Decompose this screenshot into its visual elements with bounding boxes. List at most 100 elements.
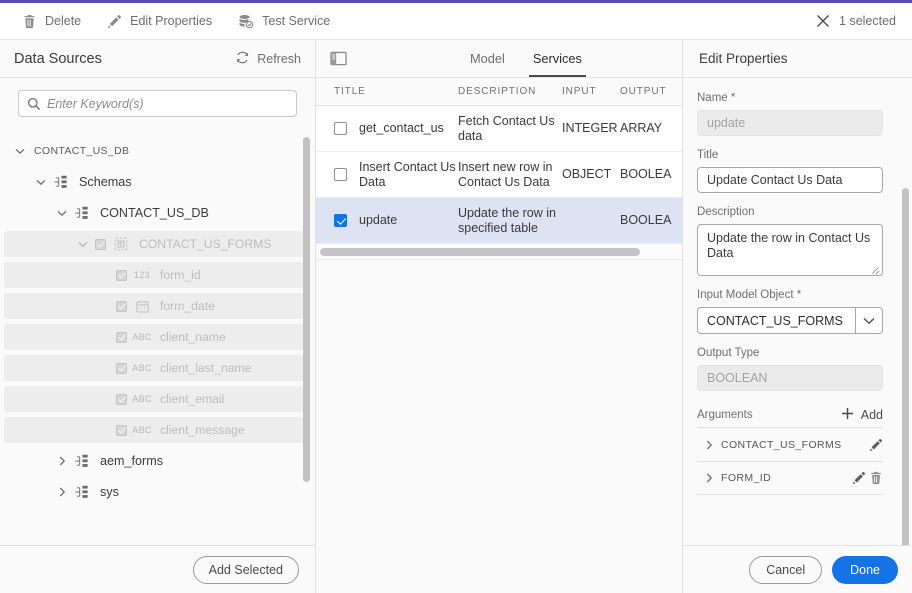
title-input[interactable]: Update Contact Us Data bbox=[697, 167, 883, 193]
cell-title: Insert Contact Us Data bbox=[316, 152, 458, 197]
search-input[interactable] bbox=[19, 91, 296, 116]
panel-tabs: Model Services bbox=[456, 40, 596, 77]
row-checkbox[interactable] bbox=[334, 214, 347, 227]
description-textarea[interactable]: Update the row in Contact Us Data bbox=[697, 224, 883, 276]
table-row[interactable]: Insert Contact Us Data Insert new row in … bbox=[316, 152, 682, 198]
arguments-list: CONTACT_US_FORMS FORM_ID bbox=[697, 427, 896, 495]
service-title: update bbox=[359, 213, 398, 227]
tab-services[interactable]: Services bbox=[519, 40, 596, 77]
tree-item-contact_us_db[interactable]: CONTACT_US_DB bbox=[4, 200, 304, 226]
input-model-label: Input Model Object * bbox=[697, 289, 802, 301]
argument-name: FORM_ID bbox=[721, 472, 772, 484]
add-selected-button[interactable]: Add Selected bbox=[192, 555, 299, 584]
text-type-icon: ABC bbox=[132, 332, 152, 342]
resize-grip-icon[interactable] bbox=[871, 264, 880, 273]
tree-item-contact_us_db[interactable]: CONTACT_US_DB bbox=[4, 138, 304, 164]
add-argument-button[interactable]: Add bbox=[841, 407, 883, 423]
refresh-button[interactable]: Refresh bbox=[235, 50, 301, 68]
output-type-label: Output Type bbox=[697, 347, 760, 359]
tab-label: Model bbox=[470, 51, 505, 66]
chevron-down-icon[interactable] bbox=[54, 210, 70, 217]
cell-output: BOOLEA bbox=[620, 198, 680, 243]
tab-label: Services bbox=[532, 51, 582, 66]
tree-item-client_email: ABC client_email bbox=[4, 386, 304, 412]
tree-item-form_date: form_date bbox=[4, 293, 304, 319]
tree-item-label: client_name bbox=[160, 330, 226, 344]
text-type-icon: ABC bbox=[132, 425, 152, 435]
cell-description: Fetch Contact Us data bbox=[458, 106, 562, 151]
test-service-button[interactable]: Test Service bbox=[228, 7, 340, 35]
text-type-icon: ABC bbox=[132, 394, 152, 404]
service-input-type: INTEGER bbox=[562, 121, 618, 135]
schema-icon bbox=[70, 485, 94, 499]
delete-button[interactable]: Delete bbox=[12, 7, 91, 35]
input-model-value: CONTACT_US_FORMS bbox=[697, 307, 855, 334]
services-table-hscrollbar-thumb[interactable] bbox=[320, 247, 640, 256]
chevron-down-icon[interactable] bbox=[12, 148, 28, 155]
cell-output: ARRAY bbox=[620, 106, 680, 151]
edit-argument-icon[interactable] bbox=[852, 471, 866, 485]
services-table-header: TITLE DESCRIPTION INPUT OUTPUT bbox=[316, 78, 682, 106]
tree-item-sys[interactable]: sys bbox=[4, 479, 304, 505]
test-service-icon bbox=[238, 14, 254, 29]
service-description: Update the row in specified table bbox=[458, 205, 556, 235]
tree-item-client_message: ABC client_message bbox=[4, 417, 304, 443]
text-type-icon: ABC bbox=[132, 363, 152, 373]
edit-argument-icon[interactable] bbox=[869, 438, 883, 452]
description-value: Update the row in Contact Us Data bbox=[707, 231, 871, 260]
row-checkbox[interactable] bbox=[334, 168, 347, 181]
table-icon bbox=[109, 237, 133, 251]
tree-item-label: CONTACT_US_FORMS bbox=[139, 237, 272, 251]
close-icon[interactable] bbox=[816, 14, 830, 28]
left-panel-scrollbar[interactable] bbox=[303, 137, 310, 482]
calendar-icon bbox=[130, 300, 154, 313]
input-model-select[interactable]: CONTACT_US_FORMS bbox=[697, 307, 883, 334]
tree-item-label: form_id bbox=[160, 268, 201, 282]
name-field-group: Name * update bbox=[697, 92, 896, 136]
chevron-down-icon[interactable] bbox=[75, 241, 91, 248]
argument-actions bbox=[869, 438, 883, 452]
row-checkbox[interactable] bbox=[334, 122, 347, 135]
arguments-header: Arguments Add bbox=[697, 407, 883, 423]
chevron-down-icon[interactable] bbox=[33, 179, 49, 186]
service-title: Insert Contact Us Data bbox=[359, 159, 456, 189]
cell-title: get_contact_us bbox=[316, 106, 458, 151]
add-argument-label: Add bbox=[860, 408, 883, 422]
services-table-body: get_contact_us Fetch Contact Us data INTEG… bbox=[316, 106, 682, 244]
argument-row[interactable]: CONTACT_US_FORMS bbox=[697, 427, 883, 461]
description-label: Description bbox=[697, 206, 755, 218]
column-header-input: INPUT bbox=[562, 86, 597, 97]
tree-item-label: CONTACT_US_DB bbox=[34, 145, 130, 157]
table-row[interactable]: update Update the row in specified table B… bbox=[316, 198, 682, 244]
column-header-description: DESCRIPTION bbox=[458, 86, 537, 97]
chevron-right-icon[interactable] bbox=[697, 473, 721, 483]
toggle-rail-icon[interactable] bbox=[330, 51, 347, 66]
cell-description: Insert new row in Contact Us Data bbox=[458, 152, 562, 197]
plus-icon bbox=[841, 407, 854, 423]
title-field-group: Title Update Contact Us Data bbox=[697, 149, 896, 193]
edit-properties-footer: Cancel Done bbox=[683, 545, 912, 593]
action-toolbar: Delete Edit Properties Test Service 1 se… bbox=[0, 3, 912, 40]
edit-properties-header: Edit Properties bbox=[683, 40, 912, 78]
tree-item-schemas[interactable]: Schemas bbox=[4, 169, 304, 195]
chevron-right-icon[interactable] bbox=[54, 487, 70, 497]
cancel-button[interactable]: Cancel bbox=[749, 555, 823, 584]
chevron-right-icon[interactable] bbox=[697, 440, 721, 450]
done-button[interactable]: Done bbox=[832, 555, 898, 584]
chevron-right-icon[interactable] bbox=[54, 456, 70, 466]
search-box[interactable] bbox=[18, 90, 297, 117]
argument-row[interactable]: FORM_ID bbox=[697, 461, 883, 495]
tab-model[interactable]: Model bbox=[456, 40, 519, 77]
service-title: get_contact_us bbox=[359, 121, 444, 135]
edit-properties-button[interactable]: Edit Properties bbox=[97, 7, 222, 35]
search-container bbox=[0, 78, 315, 127]
trash-icon bbox=[22, 14, 37, 29]
delete-argument-icon[interactable] bbox=[869, 471, 883, 485]
chevron-down-icon[interactable] bbox=[855, 307, 883, 334]
right-panel-scrollbar[interactable] bbox=[902, 188, 909, 545]
cell-input bbox=[562, 198, 620, 243]
services-table-hscrollbar-track[interactable] bbox=[316, 244, 682, 260]
tree-item-aem_forms[interactable]: aem_forms bbox=[4, 448, 304, 474]
table-row[interactable]: get_contact_us Fetch Contact Us data INTEG… bbox=[316, 106, 682, 152]
app-root: Delete Edit Properties Test Service 1 se… bbox=[0, 0, 912, 593]
